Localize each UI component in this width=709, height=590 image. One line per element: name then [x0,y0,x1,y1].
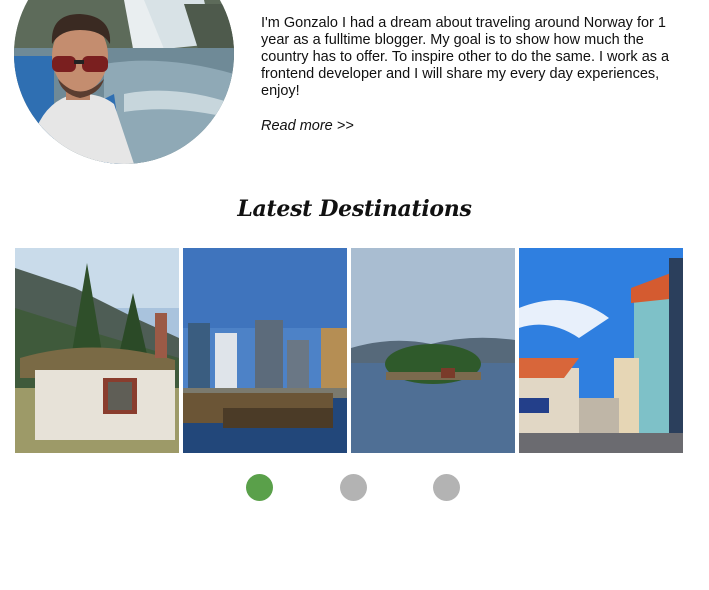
destination-tile-street[interactable] [519,248,683,453]
section-title: Latest Destinations [237,196,472,222]
destination-tile-cabin[interactable] [15,248,179,453]
destinations-gallery [15,248,683,453]
author-avatar [14,0,234,164]
carousel-dot-2[interactable] [340,474,367,501]
intro-text: I'm Gonzalo I had a dream about travelin… [261,15,670,99]
carousel-dot-3[interactable] [433,474,460,501]
carousel-dot-1[interactable] [246,474,273,501]
destination-tile-city[interactable] [183,248,347,453]
destination-tile-island[interactable] [351,248,515,453]
read-more-link[interactable]: Read more >> [261,118,354,134]
